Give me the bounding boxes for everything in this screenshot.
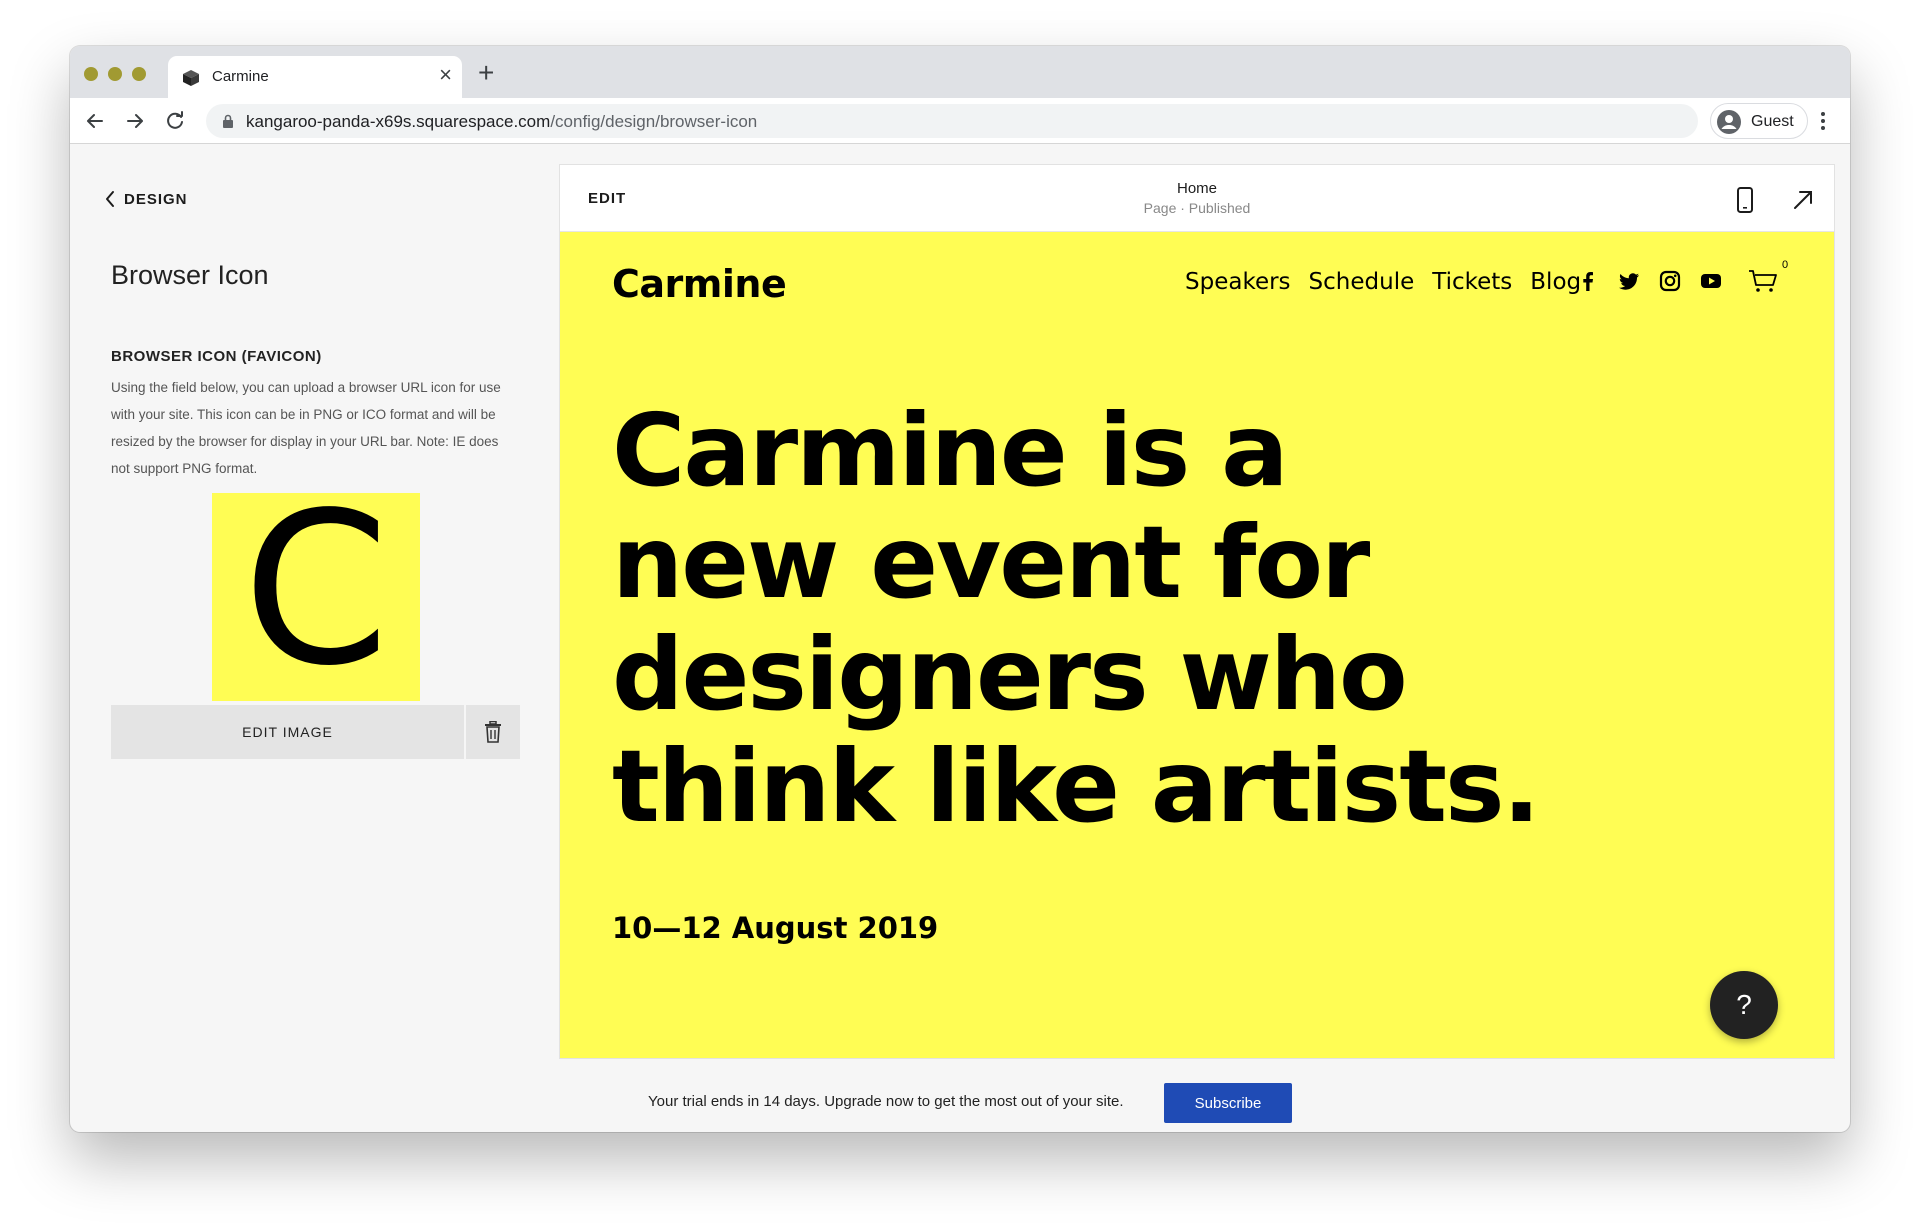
url-host: kangaroo-panda-x69s.squarespace.com	[246, 112, 551, 131]
url-text: kangaroo-panda-x69s.squarespace.com/conf…	[246, 112, 757, 132]
favicon-letter: C	[242, 467, 390, 712]
nav-blog[interactable]: Blog	[1530, 269, 1581, 295]
panel-title: Browser Icon	[111, 260, 269, 290]
nav-tickets[interactable]: Tickets	[1432, 269, 1512, 295]
edit-image-button[interactable]: EDIT IMAGE	[111, 705, 464, 759]
url-path: /config/design/browser-icon	[550, 112, 758, 131]
browser-window: Carmine × + kangaroo-panda-x69s.squaresp…	[70, 46, 1850, 1132]
back-to-design-link[interactable]: DESIGN	[104, 190, 188, 208]
tab-title: Carmine	[212, 68, 269, 85]
profile-button[interactable]: Guest	[1710, 103, 1808, 139]
preview-toolbar: EDIT Home Page · Published	[560, 165, 1834, 232]
hero-line: Carmine is a	[612, 392, 1289, 509]
section-label: BROWSER ICON (FAVICON)	[111, 348, 322, 365]
hero-line: think like artists.	[612, 728, 1541, 845]
facebook-icon[interactable]	[1577, 270, 1599, 292]
hero-headline: Carmine is a new event for designers who…	[612, 395, 1572, 843]
page-info: Home Page · Published	[560, 180, 1834, 216]
site-logo[interactable]: Carmine	[612, 262, 787, 306]
hero-line: designers who	[612, 616, 1408, 733]
lock-icon	[223, 114, 233, 128]
cube-icon	[183, 70, 199, 86]
youtube-icon[interactable]	[1700, 270, 1722, 292]
page-status: Page · Published	[1143, 200, 1251, 216]
subscribe-button[interactable]: Subscribe	[1164, 1083, 1292, 1123]
hero-line: new event for	[612, 504, 1370, 621]
reload-icon[interactable]	[164, 110, 186, 132]
instagram-icon[interactable]	[1659, 270, 1681, 292]
forward-arrow-icon[interactable]	[124, 110, 146, 132]
person-icon	[1717, 110, 1741, 134]
trial-message: Your trial ends in 14 days. Upgrade now …	[648, 1093, 1124, 1110]
address-bar[interactable]: kangaroo-panda-x69s.squarespace.com/conf…	[206, 104, 1698, 138]
tab-strip: Carmine × +	[70, 46, 1850, 98]
cart-count: 0	[1782, 259, 1789, 271]
trash-icon	[485, 721, 501, 743]
mobile-preview-icon[interactable]	[1736, 187, 1754, 213]
browser-toolbar: kangaroo-panda-x69s.squarespace.com/conf…	[70, 98, 1850, 144]
profile-label: Guest	[1751, 113, 1794, 130]
twitter-icon[interactable]	[1618, 270, 1640, 292]
help-button[interactable]: ?	[1710, 971, 1778, 1039]
nav-schedule[interactable]: Schedule	[1309, 269, 1415, 295]
nav-speakers[interactable]: Speakers	[1185, 269, 1291, 295]
browser-tab[interactable]: Carmine ×	[168, 56, 462, 98]
close-window-button[interactable]	[84, 67, 98, 81]
event-date: 10—12 August 2019	[612, 911, 939, 945]
site-navigation: Speakers Schedule Tickets Blog	[1185, 269, 1581, 295]
more-menu-icon[interactable]	[1820, 110, 1826, 132]
favicon-preview: C	[212, 485, 420, 701]
cart-icon[interactable]	[1748, 268, 1778, 294]
back-arrow-icon[interactable]	[84, 110, 106, 132]
delete-image-button[interactable]	[466, 705, 520, 759]
new-tab-icon[interactable]: +	[478, 59, 494, 87]
chevron-left-icon	[106, 191, 114, 207]
section-description: Using the field below, you can upload a …	[111, 380, 501, 476]
tab-close-icon[interactable]: ×	[439, 64, 452, 86]
back-label: DESIGN	[124, 190, 188, 208]
maximize-window-button[interactable]	[132, 67, 146, 81]
open-external-icon[interactable]	[1792, 189, 1814, 211]
page-title: Home	[1176, 180, 1217, 197]
minimize-window-button[interactable]	[108, 67, 122, 81]
site-preview-frame: EDIT Home Page · Published Carmine Speak…	[560, 165, 1834, 1058]
